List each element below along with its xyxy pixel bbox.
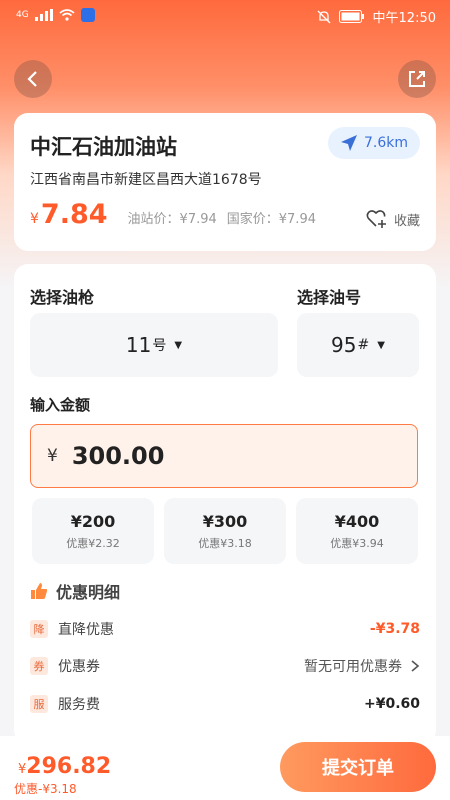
gun-value: 11 (125, 333, 152, 357)
thumbs-up-icon (31, 583, 48, 599)
fuel-unit: # (357, 337, 370, 353)
price-symbol: ¥ (30, 211, 39, 227)
quick-amount: ¥200 (70, 511, 116, 531)
shield-icon (80, 8, 95, 22)
fuel-label: 选择油号 (297, 288, 362, 307)
row-value: 暂无可用优惠券 (304, 659, 402, 675)
station-address: 江西省南昌市新建区昌西大道1678号 (30, 172, 262, 188)
quick-amount: ¥300 (202, 511, 248, 531)
distance-label: 7.6km (363, 135, 408, 151)
badge-service: 服 (30, 695, 48, 713)
caret-down-icon: ▼ (174, 339, 183, 351)
station-card: 中汇石油加油站 7.6km 江西省南昌市新建区昌西大道1678号 ¥ 7.84 … (14, 113, 436, 251)
caret-down-icon: ▼ (377, 339, 385, 351)
discount-row-direct: 降 直降优惠 -¥3.78 (30, 617, 420, 641)
navigate-button[interactable]: 7.6km (327, 127, 420, 159)
favorite-label: 收藏 (393, 213, 420, 229)
station-name: 中汇石油加油站 (30, 135, 177, 159)
clock: 中午12:50 (372, 11, 436, 26)
price-row: ¥ 7.84 油站价：¥7.94 国家价：¥7.94 (30, 199, 316, 230)
amount-input[interactable]: ¥ 300.00 (30, 424, 418, 488)
status-bar: 4G 中午12:50 (0, 0, 450, 32)
battery-icon (338, 10, 364, 23)
submit-order-button[interactable]: 提交订单 (280, 742, 436, 792)
signal-label: 4G (16, 10, 29, 20)
signal-icon (34, 9, 53, 21)
member-price: 7.84 (40, 199, 108, 230)
discount-row-coupon[interactable]: 券 优惠券 暂无可用优惠券 (30, 654, 420, 678)
badge-direct: 降 (30, 620, 48, 638)
quick-discount: 优惠¥3.18 (198, 536, 252, 550)
row-value: -¥3.78 (369, 621, 420, 637)
total-price: ¥ 296.82 (18, 754, 111, 779)
row-label: 服务费 (58, 697, 100, 713)
row-value: +¥0.60 (363, 696, 420, 712)
quick-discount: 优惠¥3.94 (330, 536, 384, 550)
fuel-select[interactable]: 95 # ▼ (297, 313, 419, 377)
row-label: 优惠券 (58, 659, 100, 675)
heart-plus-icon (366, 210, 386, 228)
station-price: 油站价：¥7.94 (127, 212, 217, 227)
row-label: 直降优惠 (58, 622, 114, 638)
navigation-arrow-icon (340, 135, 357, 151)
chevron-left-icon (27, 71, 37, 87)
national-price: 国家价：¥7.94 (226, 212, 316, 227)
total-symbol: ¥ (18, 762, 27, 777)
amount-value: 300.00 (71, 442, 165, 470)
order-card: 选择油枪 选择油号 11 号 ▼ 95 # ▼ 输入金额 ¥ 300.00 ¥2… (14, 264, 436, 744)
quick-discount: 优惠¥2.32 (66, 536, 120, 550)
total-discount: 优惠-¥3.18 (14, 782, 77, 796)
wifi-icon (59, 9, 75, 21)
quick-amount-300[interactable]: ¥300 优惠¥3.18 (164, 498, 286, 564)
gun-select[interactable]: 11 号 ▼ (30, 313, 278, 377)
discount-row-service: 服 服务费 +¥0.60 (30, 692, 420, 716)
total-value: 296.82 (26, 754, 112, 779)
amount-symbol: ¥ (47, 446, 58, 466)
bottom-bar: ¥ 296.82 优惠-¥3.18 提交订单 (0, 736, 450, 800)
discount-title: 优惠明细 (30, 579, 120, 603)
quick-amount-400[interactable]: ¥400 优惠¥3.94 (296, 498, 418, 564)
chevron-right-icon (411, 660, 420, 672)
gun-unit: 号 (152, 338, 167, 354)
discount-title-text: 优惠明细 (56, 583, 121, 602)
quick-amount: ¥400 (334, 511, 380, 531)
back-button[interactable] (14, 60, 52, 98)
favorite-button[interactable]: 收藏 (366, 209, 420, 229)
quick-amount-200[interactable]: ¥200 优惠¥2.32 (32, 498, 154, 564)
gun-label: 选择油枪 (30, 288, 95, 307)
fuel-value: 95 (331, 333, 357, 357)
share-icon (409, 71, 425, 87)
mute-bell-icon (317, 10, 330, 23)
badge-coupon: 券 (30, 657, 48, 675)
share-button[interactable] (398, 60, 436, 98)
amount-label: 输入金额 (30, 396, 91, 414)
